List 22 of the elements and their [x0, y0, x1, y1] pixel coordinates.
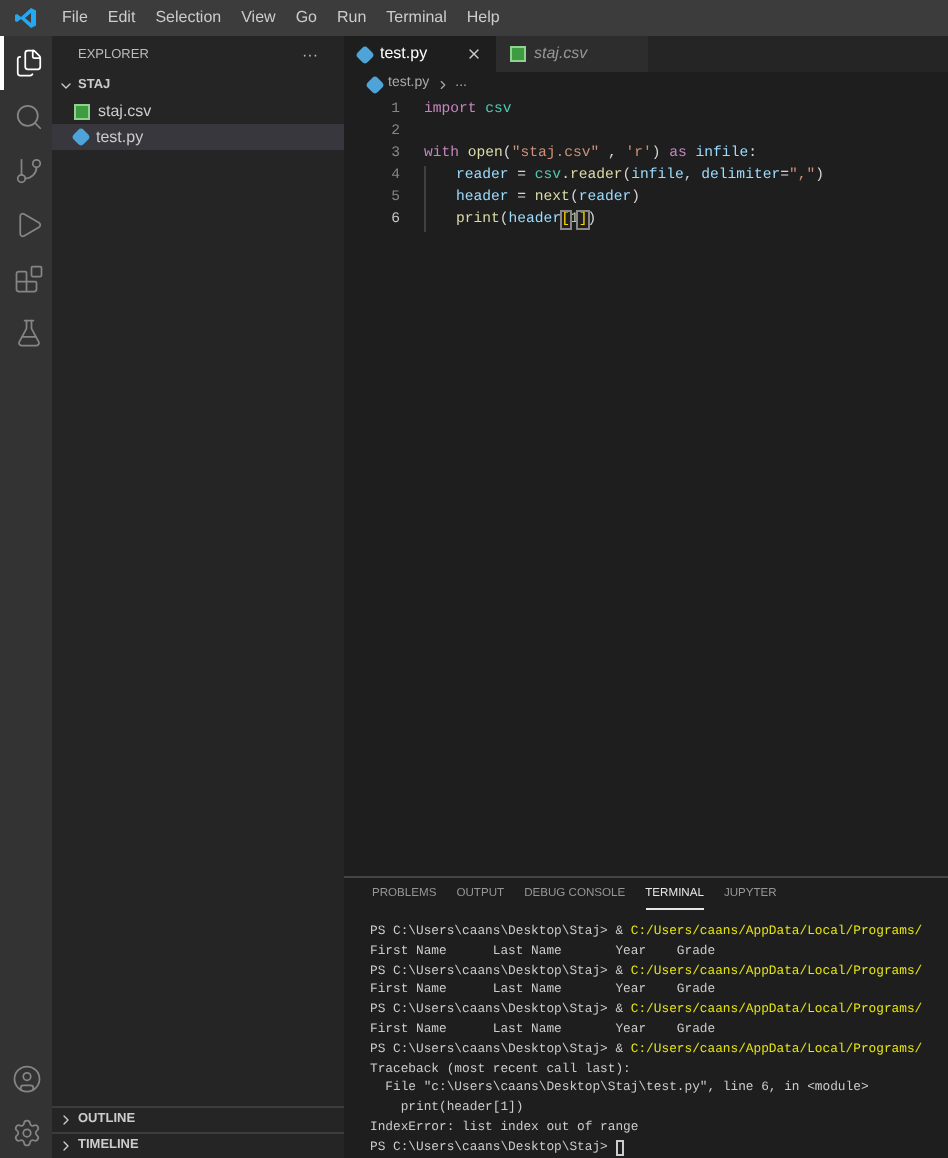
explorer-entry[interactable]: staj.csv — [52, 98, 344, 124]
menu-item[interactable]: Edit — [97, 6, 146, 30]
menu-item[interactable]: Run — [326, 6, 377, 30]
logo-icon — [14, 6, 38, 30]
close-icon[interactable] — [466, 46, 482, 62]
account-icon[interactable] — [11, 1064, 41, 1094]
terminal-cursor — [615, 1139, 624, 1156]
menu-item[interactable]: File — [52, 6, 98, 30]
menu-item[interactable]: Selection — [145, 6, 232, 30]
chevron-right-icon — [435, 78, 450, 92]
menu-item[interactable]: View — [231, 6, 286, 30]
menu-item[interactable]: Terminal — [376, 6, 457, 30]
settings-icon[interactable] — [11, 1118, 41, 1148]
spreadsheet-icon — [510, 46, 526, 62]
more-actions[interactable]: ··· — [302, 44, 318, 68]
explorer-entry[interactable]: test.py — [52, 124, 344, 150]
menu-item[interactable]: Go — [285, 6, 327, 30]
python-icon — [71, 127, 91, 147]
menu-item[interactable]: Help — [456, 6, 510, 30]
editor-tab[interactable]: test.py — [344, 36, 496, 72]
editor-tab[interactable]: staj.csv — [496, 36, 648, 72]
spreadsheet-icon — [74, 103, 90, 119]
